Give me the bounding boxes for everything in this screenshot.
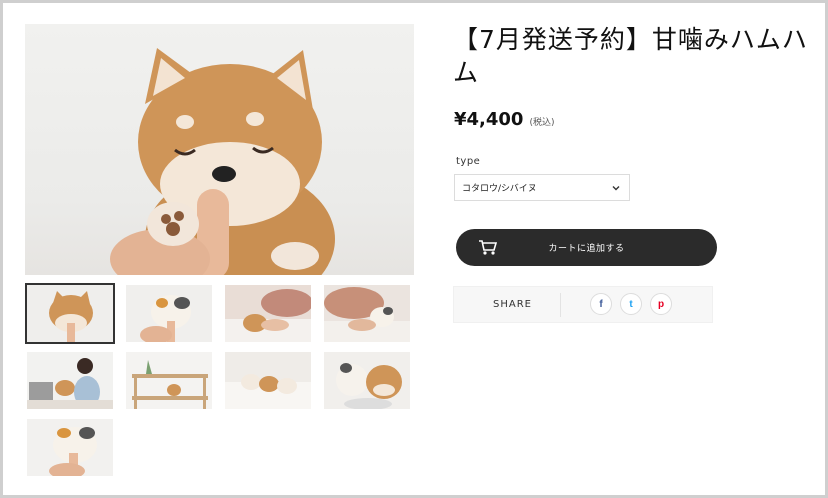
thumbnail-9[interactable] xyxy=(27,419,113,476)
share-divider xyxy=(560,293,561,317)
share-label: SHARE xyxy=(493,299,532,310)
pinterest-icon: p xyxy=(657,298,665,310)
thumbnail-6[interactable] xyxy=(126,352,212,409)
thumbnail-4[interactable] xyxy=(324,285,410,342)
twitter-share-button[interactable]: t xyxy=(620,293,642,315)
chevron-down-icon xyxy=(612,186,620,191)
thumbnail-2[interactable] xyxy=(126,285,212,342)
add-to-cart-button[interactable]: カートに追加する xyxy=(456,229,717,266)
type-select-value: コタロウ/シバイヌ xyxy=(462,184,537,194)
twitter-icon: t xyxy=(629,298,633,310)
pinterest-share-button[interactable]: p xyxy=(650,293,672,315)
facebook-share-button[interactable]: f xyxy=(590,293,612,315)
main-product-image[interactable] xyxy=(25,24,414,275)
product-price: ¥4,400 (税込) xyxy=(454,109,555,130)
product-title: 【7月発送予約】甘噛みハムハム xyxy=(453,25,808,87)
tax-note: (税込) xyxy=(529,118,555,128)
thumbnail-grid xyxy=(25,283,414,479)
thumbnail-8[interactable] xyxy=(324,352,410,409)
thumbnail-1[interactable] xyxy=(25,283,115,344)
type-label: type xyxy=(456,156,481,167)
facebook-icon: f xyxy=(599,298,603,310)
type-select[interactable]: コタロウ/シバイヌ xyxy=(454,174,630,201)
share-bar: SHARE f t p xyxy=(453,286,713,323)
cart-icon xyxy=(479,240,498,255)
thumbnail-3[interactable] xyxy=(225,285,311,342)
page-frame: 【7月発送予約】甘噛みハムハム ¥4,400 (税込) type コタロウ/シバイ… xyxy=(0,0,828,498)
thumbnail-5[interactable] xyxy=(27,352,113,409)
thumbnail-7[interactable] xyxy=(225,352,311,409)
add-to-cart-label: カートに追加する xyxy=(548,244,625,254)
price-value: ¥4,400 xyxy=(454,109,524,130)
